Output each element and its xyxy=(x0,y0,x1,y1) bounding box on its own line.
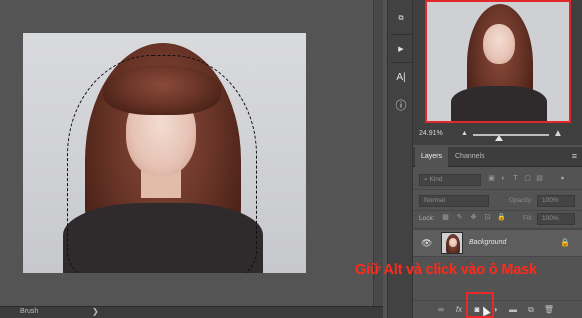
fill-label: Fill: xyxy=(523,215,534,222)
filter-smartobject-icon[interactable]: ▤ xyxy=(535,174,544,184)
vertical-scrollbar[interactable] xyxy=(373,0,383,306)
status-expand-icon[interactable]: ❯ xyxy=(92,307,99,316)
visibility-eye-icon[interactable]: 👁 xyxy=(421,238,432,249)
object-icon[interactable]: ⧉ xyxy=(392,10,410,28)
layer-thumb-face xyxy=(449,238,457,247)
navigator-proxy-frame[interactable] xyxy=(425,0,571,123)
tool-divider xyxy=(391,34,411,35)
layer-row-background[interactable]: 👁 Background 🔒 xyxy=(413,229,582,257)
new-layer-icon[interactable]: ⧉ xyxy=(525,304,537,316)
filter-type-icon[interactable]: T xyxy=(511,174,520,184)
new-group-icon[interactable]: ▬ xyxy=(507,304,519,316)
blend-row: Normal Opacity: 100% xyxy=(413,191,582,211)
photo-body xyxy=(63,203,263,273)
filter-pixel-icon[interactable]: ▣ xyxy=(487,174,496,184)
zoom-value[interactable]: 24.91% xyxy=(419,130,443,137)
status-tool-label: Brush xyxy=(20,308,39,315)
instruction-annotation: Giữ Alt và click vào ô Mask xyxy=(355,262,537,278)
zoom-out-icon[interactable]: ▲ xyxy=(461,130,468,137)
lock-label: Lock: xyxy=(419,215,435,222)
layers-bottom-bar: ∞ fx ◙ ◑ ▬ ⧉ 🗑 xyxy=(413,300,582,318)
layer-lock-icon: 🔒 xyxy=(560,238,570,247)
panel-menu-icon[interactable]: ≡ xyxy=(572,152,577,161)
opacity-input[interactable]: 100% xyxy=(537,195,575,207)
fill-input[interactable]: 100% xyxy=(537,213,575,225)
mask-highlight-box xyxy=(466,292,494,318)
filter-row: ⌕ Kind ▣ ◐ T ▢ ▤ ● xyxy=(413,170,582,190)
tab-layers[interactable]: Layers xyxy=(415,147,449,167)
blend-mode-select[interactable]: Normal xyxy=(419,195,489,207)
filter-adjustment-icon[interactable]: ◐ xyxy=(499,174,508,184)
lock-position-icon[interactable]: ✥ xyxy=(469,213,478,223)
lock-all-icon[interactable]: 🔒 xyxy=(497,213,506,223)
layers-tab-bar: Layers Channels ≡ xyxy=(413,147,582,167)
layer-name[interactable]: Background xyxy=(469,239,506,246)
play-icon[interactable]: ▶ xyxy=(392,40,410,58)
status-bar: Brush ❯ xyxy=(0,306,383,318)
zoom-row: 24.91% ▲ ▲ xyxy=(413,128,582,142)
lock-image-icon[interactable]: ✎ xyxy=(455,213,464,223)
delete-layer-icon[interactable]: 🗑 xyxy=(543,304,555,316)
tab-channels[interactable]: Channels xyxy=(449,147,491,167)
link-layers-icon[interactable]: ∞ xyxy=(435,304,447,316)
document-canvas[interactable] xyxy=(23,33,306,273)
zoom-slider-thumb[interactable] xyxy=(495,135,503,141)
lock-row: Lock: ▦ ✎ ✥ ⊡ 🔒 Fill: 100% xyxy=(413,209,582,229)
layer-style-icon[interactable]: fx xyxy=(453,304,465,316)
lock-transparent-icon[interactable]: ▦ xyxy=(441,213,450,223)
filter-shape-icon[interactable]: ▢ xyxy=(523,174,532,184)
tool-divider xyxy=(391,62,411,63)
filter-toggle-icon[interactable]: ● xyxy=(558,174,567,184)
photo-bangs xyxy=(103,65,221,115)
layer-thumbnail[interactable] xyxy=(441,232,463,254)
zoom-in-icon[interactable]: ▲ xyxy=(553,128,563,139)
info-icon[interactable]: ⓘ xyxy=(392,96,410,114)
layers-panel: Layers Channels ≡ ⌕ Kind ▣ ◐ T ▢ ▤ ● Nor… xyxy=(413,147,582,318)
opacity-label: Opacity: xyxy=(509,197,533,204)
canvas-area[interactable] xyxy=(0,0,383,306)
filter-kind-select[interactable]: ⌕ Kind xyxy=(419,174,481,186)
character-icon[interactable]: A| xyxy=(392,68,410,86)
lock-artboard-icon[interactable]: ⊡ xyxy=(483,213,492,223)
navigator-panel: 24.91% ▲ ▲ xyxy=(413,0,582,145)
filter-kind-label: Kind xyxy=(429,176,443,183)
zoom-slider-track[interactable] xyxy=(473,134,549,136)
